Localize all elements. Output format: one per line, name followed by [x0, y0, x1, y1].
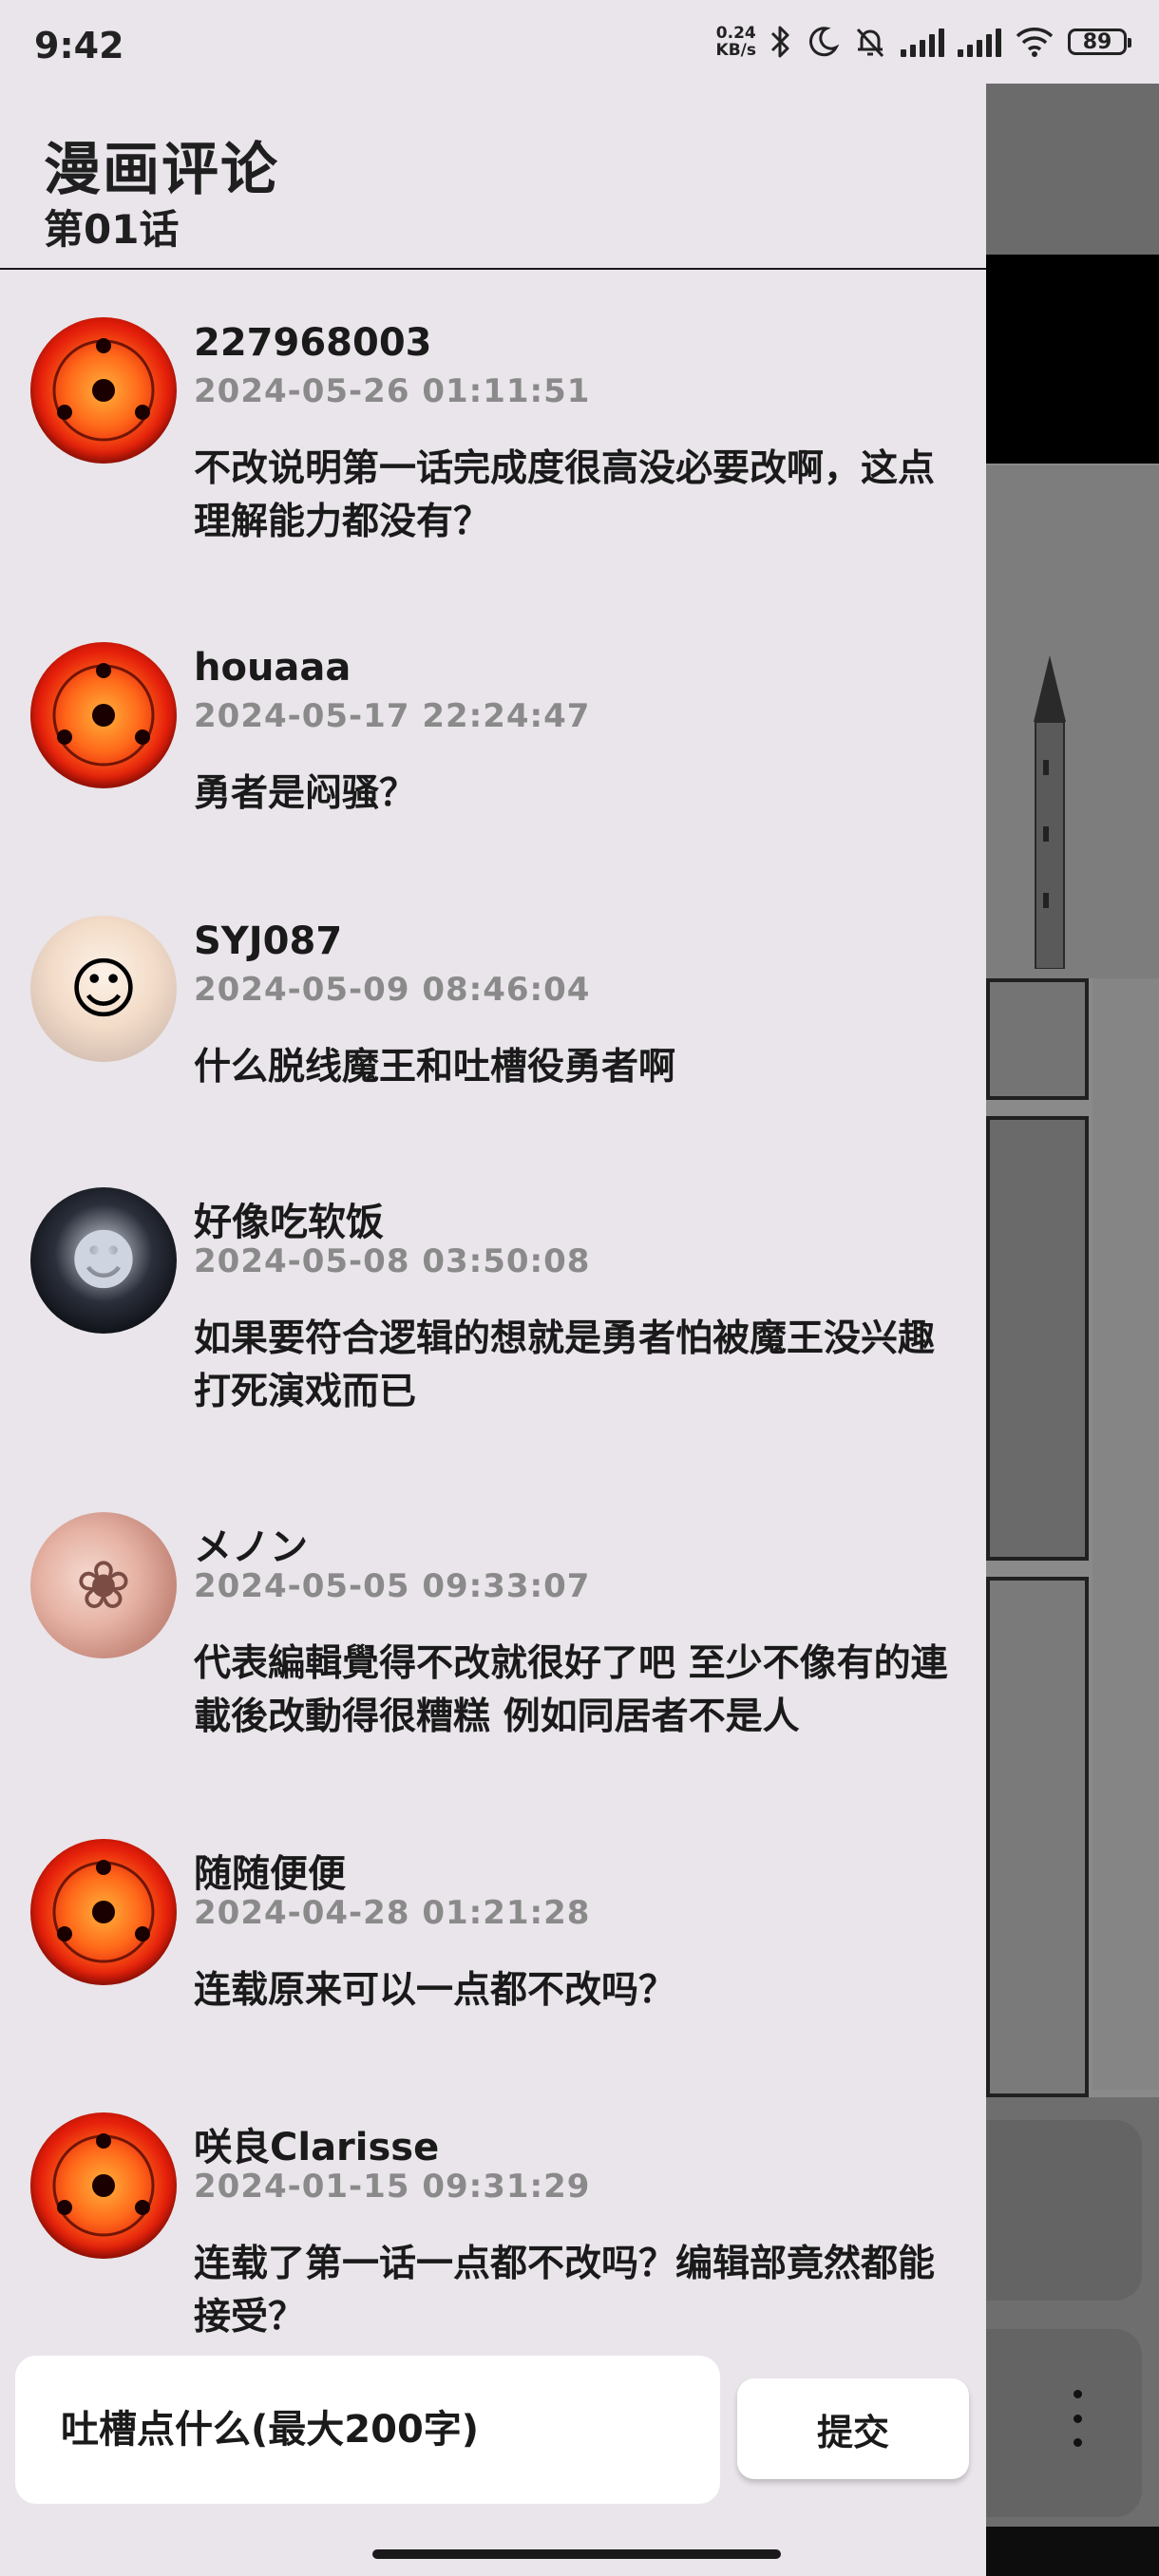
sharingan-icon [52, 663, 155, 767]
wifi-icon [1016, 28, 1054, 57]
reader-black-band [986, 255, 1159, 464]
manga-panel [986, 1577, 1089, 2097]
sharingan-avatar[interactable] [30, 1839, 177, 1985]
net-speed-value: 0.24 [715, 24, 756, 43]
manga-panel [986, 1116, 1089, 1561]
anime-duo-icon: ❀ [75, 1546, 132, 1624]
comment-username[interactable]: houaaa [194, 646, 351, 690]
reader-toolbar-area [986, 84, 1159, 255]
comment-date: 2024-05-08 03:50:08 [194, 1242, 591, 1280]
comment-input[interactable] [15, 2356, 720, 2504]
comment-username[interactable]: 227968003 [194, 321, 432, 365]
reader-card[interactable] [960, 2329, 1142, 2517]
comment-username[interactable]: 咲良Clarisse [194, 2116, 439, 2171]
anime-girl-avatar[interactable]: ☺ [30, 916, 177, 1062]
drawer-title: 漫画评论 [44, 137, 279, 203]
comment-text: 如果要符合逻辑的想就是勇者怕被魔王没兴趣打死演戏而已 [194, 1317, 936, 1413]
comment-date: 2024-05-26 01:11:51 [194, 372, 591, 410]
comments-drawer: 漫画评论 第01话 227968003 2024-05-26 01:11:51 … [0, 84, 986, 2576]
comment-text: 不改说明第一话完成度很高没必要改啊，这点理解能力都没有？ [194, 447, 936, 543]
submit-button[interactable]: 提交 [737, 2378, 969, 2479]
comment-text: 什么脱线魔王和吐槽役勇者啊 [194, 1046, 676, 1089]
comment-text: 代表編輯覺得不改就很好了吧 至少不像有的連載後改動得很糟糕 例如同居者不是人 [194, 1642, 948, 1738]
anime-duo-avatar[interactable]: ❀ [30, 1512, 177, 1658]
comment-text: 勇者是闷骚？ [194, 772, 417, 815]
chapter-subtitle: 第01话 [44, 206, 180, 253]
more-vertical-icon[interactable] [1064, 2390, 1091, 2447]
comment-date: 2024-05-09 08:46:04 [194, 971, 591, 1009]
moon-icon [808, 27, 840, 57]
comment-date: 2024-05-17 22:24:47 [194, 697, 591, 735]
bell-off-icon [856, 28, 884, 58]
status-time: 9:42 [34, 25, 124, 66]
status-icons: 0.24 KB/s 89 [716, 21, 1131, 63]
manga-panel [986, 978, 1089, 1100]
net-speed: 0.24 KB/s [716, 25, 756, 59]
comment-username[interactable]: 随随便便 [194, 1843, 346, 1898]
sharingan-avatar[interactable] [30, 317, 177, 464]
comment-text: 连载原来可以一点都不改吗？ [194, 1969, 676, 2012]
sharingan-avatar[interactable] [30, 642, 177, 788]
comment-username[interactable]: メノン [194, 1516, 308, 1571]
sharingan-avatar[interactable] [30, 2112, 177, 2259]
drawer-header: 漫画评论 第01话 [0, 84, 986, 270]
anime-girl-icon: ☺ [68, 950, 139, 1028]
sharingan-icon [52, 2133, 155, 2237]
reader-bottom-bar [986, 2527, 1159, 2576]
comment-username[interactable]: SYJ087 [194, 919, 342, 963]
manga-panel [1092, 978, 1159, 2090]
battery-icon: 89 [1068, 28, 1131, 55]
comment-date: 2024-04-28 01:21:28 [194, 1894, 591, 1932]
signal-icon [958, 27, 1001, 57]
comment-text: 连载了第一话一点都不改吗？编辑部竟然都能接受？ [194, 2243, 936, 2339]
comment-date: 2024-01-15 09:31:29 [194, 2168, 591, 2206]
comment-username[interactable]: 好像吃软饭 [194, 1191, 384, 1246]
comment-date: 2024-05-05 09:33:07 [194, 1567, 591, 1605]
bluetooth-icon [770, 26, 789, 58]
manga-tower-illustration [1034, 655, 1066, 969]
anime-dark-hair-icon: ☻ [68, 1222, 139, 1299]
anime-dark-hair-avatar[interactable]: ☻ [30, 1187, 177, 1334]
home-indicator[interactable] [372, 2549, 781, 2559]
comment-list[interactable]: 227968003 2024-05-26 01:11:51 不改说明第一话完成度… [0, 270, 986, 2340]
signal-icon [901, 27, 944, 57]
net-speed-unit: KB/s [715, 41, 756, 60]
reader-card [960, 2120, 1142, 2301]
status-bar: 9:42 0.24 KB/s 89 [0, 0, 1159, 84]
sharingan-icon [52, 1860, 155, 1963]
sharingan-icon [52, 338, 155, 442]
